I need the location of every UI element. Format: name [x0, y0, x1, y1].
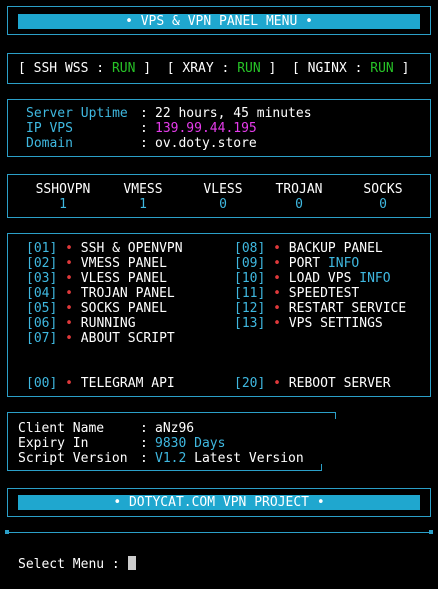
menu-item-13[interactable]: [13] • VPS SETTINGS: [234, 316, 383, 331]
separator-line: [7, 532, 431, 533]
account-count-socks: 0: [379, 197, 387, 212]
menu-item-08[interactable]: [08] • BACKUP PANEL: [234, 241, 383, 256]
footer-title-banner: • DOTYCAT.COM VPN PROJECT •: [18, 495, 420, 510]
menu-item-06[interactable]: [06] • RUNNING: [26, 316, 136, 331]
service-status: RUN: [237, 61, 261, 76]
service-name: NGINX: [307, 61, 347, 76]
ip-label: IP VPS: [26, 121, 73, 136]
menu-item-20[interactable]: [20] • REBOOT SERVER: [234, 376, 391, 391]
menu-item-00[interactable]: [00] • TELEGRAM API: [26, 376, 175, 391]
uptime-label: Server Uptime: [26, 106, 128, 121]
account-label-vmess: VMESS: [123, 182, 163, 197]
service-status-row: [ SSH WSS : RUN ] [ XRAY : RUN ] [ NGINX…: [18, 61, 410, 76]
account-count-vless: 0: [219, 197, 227, 212]
client-name-sep: :: [140, 421, 148, 436]
account-label-sshovpn: SSHOVPN: [35, 182, 91, 197]
menu-item-03[interactable]: [03] • VLESS PANEL: [26, 271, 167, 286]
ip-value: 139.99.44.195: [155, 121, 257, 136]
menu-item-04[interactable]: [04] • TROJAN PANEL: [26, 286, 175, 301]
cursor-block: [127, 556, 136, 570]
service-name: SSH WSS: [33, 61, 89, 76]
ip-sep: :: [140, 121, 148, 136]
account-label-socks: SOCKS: [363, 182, 403, 197]
menu-item-12[interactable]: [12] • RESTART SERVICE: [234, 301, 406, 316]
account-label-vless: VLESS: [203, 182, 243, 197]
domain-sep: :: [140, 136, 148, 151]
version-value: V1.2 Latest Version: [155, 451, 304, 466]
domain-label: Domain: [26, 136, 73, 151]
expiry-label: Expiry In: [18, 436, 89, 451]
client-name-value: aNz96: [155, 421, 195, 436]
separator-dot-left: [5, 530, 9, 534]
menu-item-02[interactable]: [02] • VMESS PANEL: [26, 256, 167, 271]
service-status: RUN: [111, 61, 136, 76]
menu-title-banner: • VPS & VPN PANEL MENU •: [18, 14, 420, 29]
service-name: XRAY: [182, 61, 214, 76]
menu-item-09[interactable]: [09] • PORT INFO: [234, 256, 359, 271]
uptime-value: 22 hours, 45 minutes: [155, 106, 312, 121]
menu-item-01[interactable]: [01] • SSH & OPENVPN: [26, 241, 183, 256]
account-count-vmess: 1: [139, 197, 147, 212]
account-label-trojan: TROJAN: [275, 182, 323, 197]
expiry-sep: :: [140, 436, 148, 451]
menu-item-10[interactable]: [10] • LOAD VPS INFO: [234, 271, 391, 286]
version-label: Script Version: [18, 451, 128, 466]
account-count-trojan: 0: [295, 197, 303, 212]
menu-item-05[interactable]: [05] • SOCKS PANEL: [26, 301, 167, 316]
service-status: RUN: [370, 61, 394, 76]
menu-item-11[interactable]: [11] • SPEEDTEST: [234, 286, 359, 301]
domain-value: ov.doty.store: [155, 136, 257, 151]
expiry-value: 9830 Days: [155, 436, 226, 451]
uptime-sep: :: [140, 106, 148, 121]
client-name-label: Client Name: [18, 421, 105, 436]
separator-dot-right: [429, 530, 433, 534]
menu-item-07[interactable]: [07] • ABOUT SCRIPT: [26, 331, 175, 346]
version-sep: :: [140, 451, 148, 466]
select-menu-prompt[interactable]: Select Menu :: [18, 556, 136, 572]
account-count-sshovpn: 1: [59, 197, 67, 212]
